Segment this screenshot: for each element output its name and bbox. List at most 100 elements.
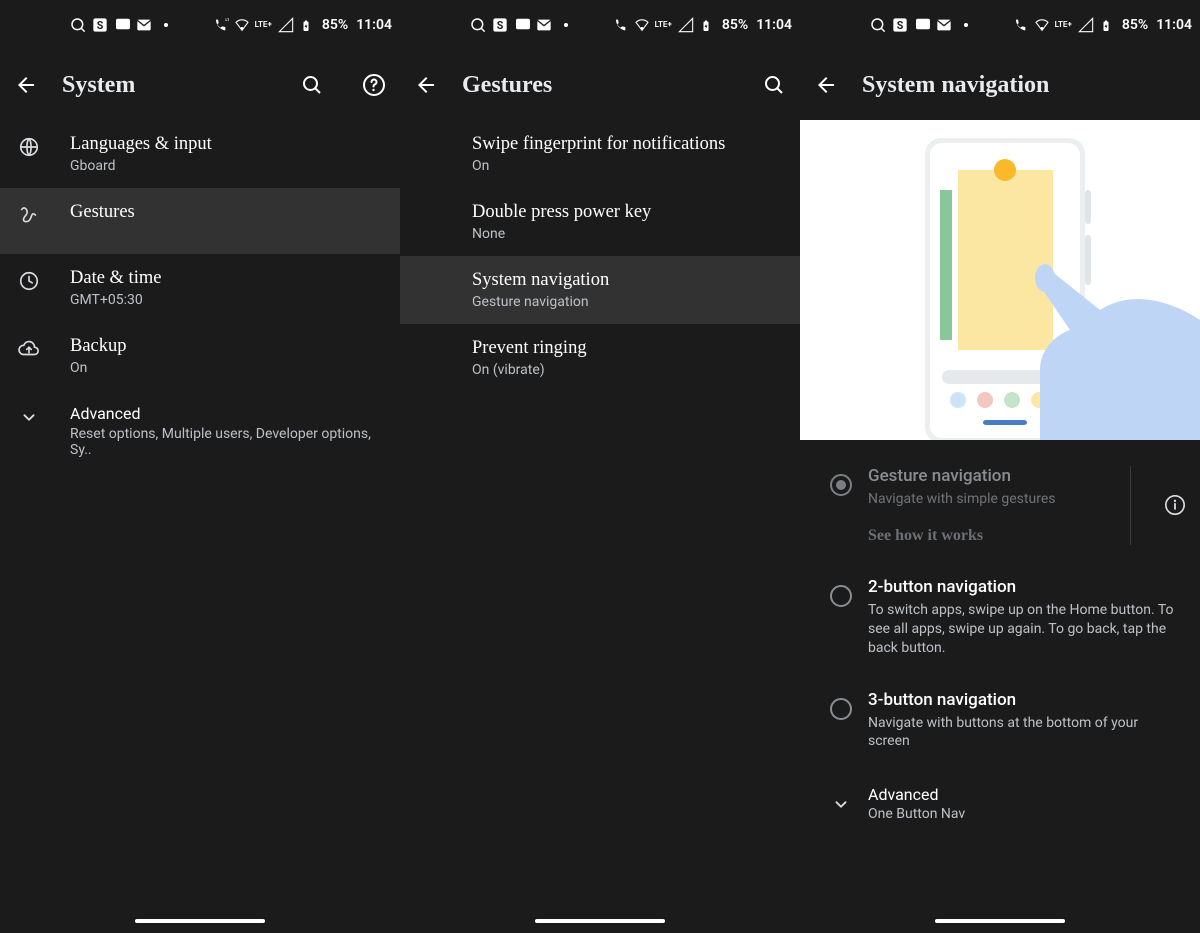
radio-three-button[interactable] (830, 698, 852, 720)
status-bar: S LTE+ 85% 11:04 (400, 0, 800, 50)
status-q-icon (470, 17, 486, 33)
status-s-icon: S (92, 17, 108, 33)
back-button[interactable] (814, 73, 838, 97)
radio-two-button[interactable] (830, 585, 852, 607)
advanced-title: Advanced (868, 785, 965, 804)
row-primary: Swipe fingerprint for notifications (472, 134, 782, 155)
page-title: Gestures (462, 72, 724, 99)
row-secondary: Gboard (70, 158, 384, 174)
screen-system-navigation: S LTE+ 85% 11:04 System navigation (800, 0, 1200, 933)
status-s-icon: S (492, 17, 508, 33)
option-title: 3-button navigation (868, 690, 1178, 710)
row-secondary: On (vibrate) (472, 362, 782, 378)
battery-text: 85% (1122, 17, 1148, 33)
option-title: Gesture navigation (868, 466, 1116, 486)
clock: 11:04 (356, 17, 392, 33)
signal-icon (678, 17, 694, 33)
header: System navigation (800, 50, 1200, 120)
volte-icon (1011, 17, 1027, 33)
lte-label: LTE+ (655, 21, 672, 29)
row-gestures[interactable]: Gestures (0, 188, 400, 254)
battery-icon (700, 17, 716, 33)
back-button[interactable] (14, 73, 38, 97)
info-icon[interactable] (1164, 494, 1186, 516)
home-indicator[interactable] (935, 919, 1065, 923)
row-primary: System navigation (472, 270, 782, 291)
screen-system: S LTE LTE+ 85% 11:04 System (0, 0, 400, 933)
svg-text:S: S (97, 19, 104, 32)
status-bar: S LTE LTE+ 85% 11:04 (0, 0, 400, 50)
gesture-icon (18, 202, 70, 226)
page-title: System (62, 72, 262, 99)
globe-icon (18, 134, 70, 158)
cloud-upload-icon (18, 336, 70, 360)
option-two-button[interactable]: 2-button navigation To switch apps, swip… (800, 561, 1200, 674)
option-subtitle: To switch apps, swipe up on the Home but… (868, 601, 1178, 658)
search-icon[interactable] (762, 73, 786, 97)
option-three-button[interactable]: 3-button navigation Navigate with button… (800, 674, 1200, 768)
status-more-dot (564, 23, 568, 27)
wifi-icon (633, 17, 649, 33)
status-right: LTE LTE+ 85% 11:04 (211, 17, 392, 33)
volte-icon: LTE (211, 17, 227, 33)
clock: 11:04 (756, 17, 792, 33)
status-more-dot (964, 23, 968, 27)
row-primary: Advanced (70, 404, 384, 423)
row-secondary: On (70, 360, 384, 376)
battery-icon (1100, 17, 1116, 33)
battery-text: 85% (322, 17, 348, 33)
row-primary: Double press power key (472, 202, 782, 223)
home-indicator[interactable] (535, 919, 665, 923)
row-primary: Date & time (70, 268, 384, 289)
row-secondary: None (472, 226, 782, 242)
lte-label: LTE+ (1055, 21, 1072, 29)
header: Gestures (400, 50, 800, 120)
row-advanced[interactable]: Advanced Reset options, Multiple users, … (0, 390, 400, 472)
status-payment-icon (914, 17, 930, 33)
clock-icon (18, 268, 70, 292)
status-more-dot (164, 23, 168, 27)
see-how-link[interactable]: See how it works (868, 527, 1116, 545)
row-secondary: GMT+05:30 (70, 292, 384, 308)
status-bar: S LTE+ 85% 11:04 (800, 0, 1200, 50)
radio-gesture[interactable] (830, 474, 852, 496)
row-backup[interactable]: Backup On (0, 322, 400, 390)
lte-label: LTE+ (255, 21, 272, 29)
option-subtitle: Navigate with simple gestures (868, 490, 1116, 509)
row-languages[interactable]: Languages & input Gboard (0, 120, 400, 188)
option-subtitle: Navigate with buttons at the bottom of y… (868, 714, 1178, 752)
row-secondary: On (472, 158, 782, 174)
status-left: S (70, 17, 168, 33)
wifi-icon (1033, 17, 1049, 33)
row-prevent-ringing[interactable]: Prevent ringing On (vibrate) (400, 324, 800, 392)
row-advanced[interactable]: Advanced One Button Nav (800, 767, 1200, 840)
status-q-icon (70, 17, 86, 33)
search-icon[interactable] (300, 73, 324, 97)
status-mail-icon (936, 17, 952, 33)
back-button[interactable] (414, 73, 438, 97)
wifi-icon (233, 17, 249, 33)
status-s-icon: S (892, 17, 908, 33)
battery-text: 85% (722, 17, 748, 33)
row-datetime[interactable]: Date & time GMT+05:30 (0, 254, 400, 322)
status-payment-icon (514, 17, 530, 33)
status-mail-icon (536, 17, 552, 33)
status-payment-icon (114, 17, 130, 33)
status-mail-icon (136, 17, 152, 33)
row-double-press-power[interactable]: Double press power key None (400, 188, 800, 256)
signal-icon (278, 17, 294, 33)
row-swipe-fingerprint[interactable]: Swipe fingerprint for notifications On (400, 120, 800, 188)
chevron-down-icon (18, 404, 70, 428)
row-secondary: Reset options, Multiple users, Developer… (70, 426, 384, 458)
row-system-navigation[interactable]: System navigation Gesture navigation (400, 256, 800, 324)
help-icon[interactable] (362, 73, 386, 97)
header: System (0, 50, 400, 120)
row-primary: Languages & input (70, 134, 384, 155)
option-title: 2-button navigation (868, 577, 1178, 597)
volte-icon (611, 17, 627, 33)
option-gesture-navigation[interactable]: Gesture navigation Navigate with simple … (800, 450, 1200, 561)
row-primary: Backup (70, 336, 384, 357)
advanced-subtitle: One Button Nav (868, 806, 965, 822)
signal-icon (1078, 17, 1094, 33)
home-indicator[interactable] (135, 919, 265, 923)
